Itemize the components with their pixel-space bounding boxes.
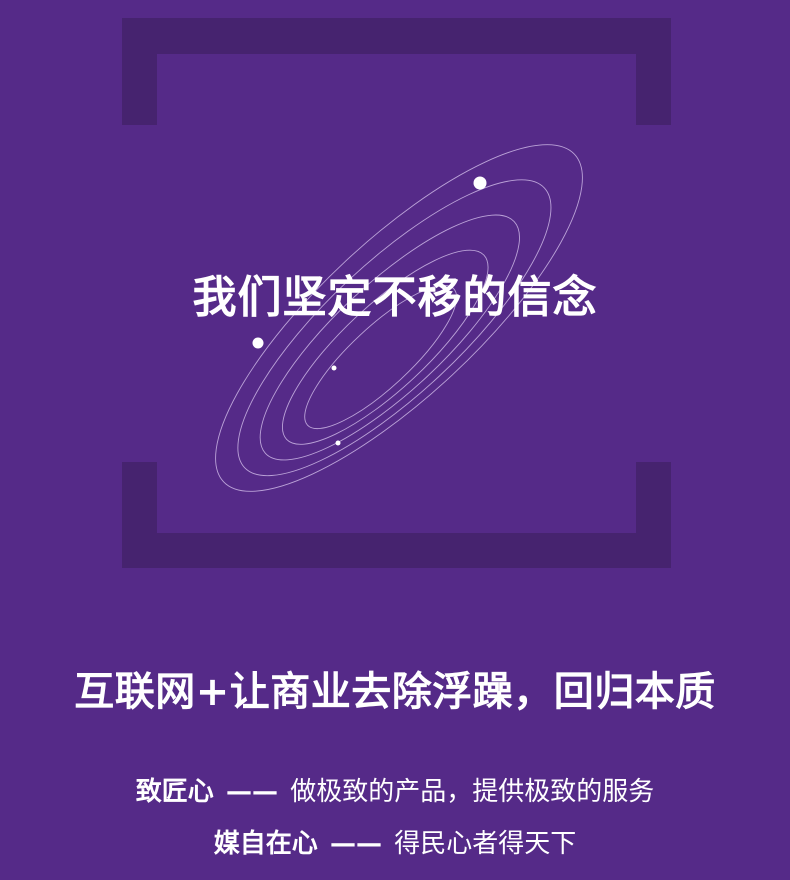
hero-title: 我们坚定不移的信念	[192, 272, 598, 323]
motto-dash: ——	[226, 777, 278, 807]
motto-dash: ——	[330, 829, 382, 859]
motto-line: 媒自在心 —— 得民心者得天下	[0, 826, 790, 862]
orbit-ring	[281, 249, 489, 445]
slogan-text: 互联网+让商业去除浮躁，回归本质	[74, 669, 716, 715]
planet-dot	[252, 337, 264, 349]
planet-dot	[331, 365, 337, 371]
motto-key: 媒自在心	[213, 829, 318, 859]
motto-text: 做极致的产品，提供极致的服务	[290, 777, 655, 807]
motto-key: 致匠心	[135, 777, 214, 807]
orbit-decoration-icon	[215, 144, 583, 492]
planet-dot	[335, 440, 341, 446]
motto-line: 致匠心 —— 做极致的产品，提供极致的服务	[0, 774, 790, 810]
planet-dot	[473, 176, 487, 190]
motto-text: 得民心者得天下	[394, 829, 577, 859]
orbit-ring	[259, 214, 520, 461]
